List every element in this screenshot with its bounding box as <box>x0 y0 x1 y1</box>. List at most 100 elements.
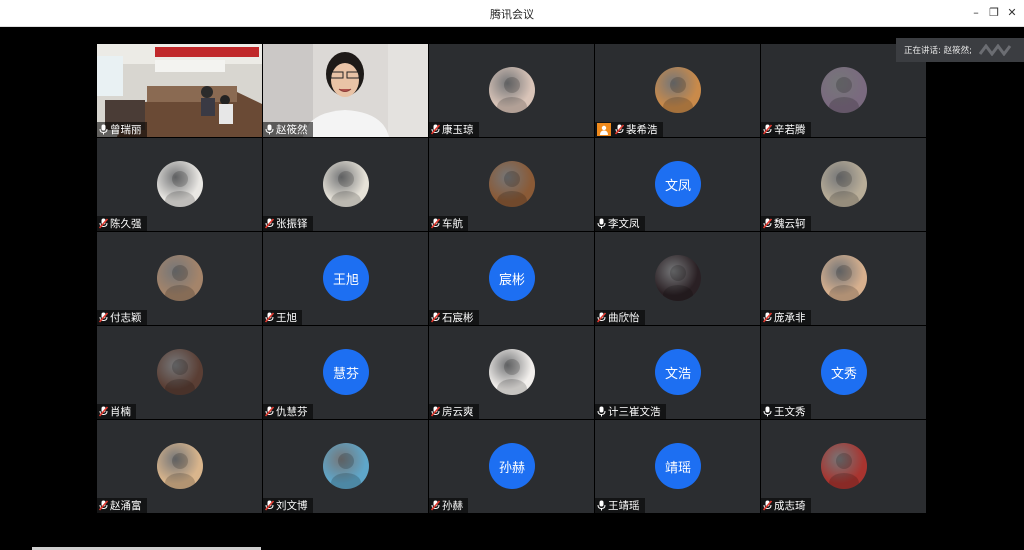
participant-tile[interactable]: 曾瑞丽 <box>97 44 262 137</box>
participant-name: 张振铎 <box>276 218 308 230</box>
avatar <box>323 443 369 489</box>
participant-tile[interactable]: 陈久强 <box>97 138 262 231</box>
participant-tile[interactable]: 肖楠 <box>97 326 262 419</box>
participant-name: 付志颖 <box>110 312 142 324</box>
participant-tile[interactable]: 赵筱然 <box>263 44 428 137</box>
participant-tile[interactable]: 张振铎 <box>263 138 428 231</box>
participant-name: 王靖瑶 <box>608 500 640 512</box>
name-bar: 康玉琼 <box>429 122 479 137</box>
name-bar: 陈久强 <box>97 216 147 231</box>
participant-tile[interactable]: 康玉琼 <box>429 44 594 137</box>
participant-tile[interactable]: 宸彬石宸彬 <box>429 232 594 325</box>
speaking-indicator: 正在讲话: 赵筱然; <box>896 38 1024 62</box>
participant-name: 裴希浩 <box>626 124 658 136</box>
name-bar: 赵筱然 <box>263 122 313 137</box>
microphone-muted-icon <box>99 496 108 513</box>
participant-tile[interactable]: 慧芬 仇慧芬 <box>263 326 428 419</box>
microphone-muted-icon <box>99 214 108 231</box>
name-bar: 付志颖 <box>97 310 147 325</box>
microphone-muted-icon <box>99 402 108 419</box>
host-icon <box>597 123 611 136</box>
participant-name: 曾瑞丽 <box>110 124 142 136</box>
microphone-muted-icon <box>597 308 606 325</box>
participant-name: 刘文博 <box>276 500 308 512</box>
name-bar: 石宸彬 <box>429 310 479 325</box>
avatar <box>157 161 203 207</box>
participant-tile[interactable]: 靖瑶 王靖瑶 <box>595 420 760 513</box>
participant-tile[interactable]: 裴希浩 <box>595 44 760 137</box>
microphone-muted-icon <box>99 308 108 325</box>
close-button[interactable]: ✕ <box>1004 5 1020 21</box>
participant-tile[interactable]: 魏云轲 <box>761 138 926 231</box>
avatar: 文凤 <box>655 161 701 207</box>
avatar: 孙赫 <box>489 443 535 489</box>
title-bar: 腾讯会议 – ❐ ✕ <box>0 0 1024 27</box>
participant-tile[interactable]: 文浩 计三崔文浩 <box>595 326 760 419</box>
window-title: 腾讯会议 <box>490 8 534 21</box>
microphone-muted-icon <box>763 120 772 137</box>
participant-name: 石宸彬 <box>442 312 474 324</box>
avatar <box>821 161 867 207</box>
name-bar: 辛若腾 <box>761 122 811 137</box>
name-bar: 王文秀 <box>761 404 811 419</box>
microphone-muted-icon <box>763 308 772 325</box>
participant-tile[interactable]: 文凤 李文凤 <box>595 138 760 231</box>
participant-tile[interactable]: 文秀 王文秀 <box>761 326 926 419</box>
participant-name: 王文秀 <box>774 406 806 418</box>
participant-name: 康玉琼 <box>442 124 474 136</box>
avatar <box>821 67 867 113</box>
name-bar: 刘文博 <box>263 498 313 513</box>
microphone-muted-icon <box>265 496 274 513</box>
participant-name: 庞承非 <box>774 312 806 324</box>
name-bar: 张振铎 <box>263 216 313 231</box>
microphone-muted-icon <box>431 496 440 513</box>
name-bar: 王旭 <box>263 310 302 325</box>
participant-tile[interactable]: 车航 <box>429 138 594 231</box>
microphone-muted-icon <box>265 308 274 325</box>
participant-name: 房云爽 <box>442 406 474 418</box>
avatar <box>157 255 203 301</box>
participant-tile[interactable]: 赵涌富 <box>97 420 262 513</box>
participant-name: 曲欣怡 <box>608 312 640 324</box>
avatar: 宸彬 <box>489 255 535 301</box>
avatar <box>821 443 867 489</box>
name-bar: 孙赫 <box>429 498 468 513</box>
minimize-button[interactable]: – <box>968 5 984 21</box>
name-bar: 李文凤 <box>595 216 645 231</box>
speaking-label: 正在讲话: 赵筱然; <box>904 46 972 56</box>
participant-name: 赵涌富 <box>110 500 142 512</box>
participant-name: 王旭 <box>276 312 297 324</box>
avatar <box>655 67 701 113</box>
microphone-muted-icon <box>431 308 440 325</box>
participant-name: 肖楠 <box>110 406 131 418</box>
name-bar: 赵涌富 <box>97 498 147 513</box>
participant-tile[interactable]: 房云爽 <box>429 326 594 419</box>
participant-name: 成志琦 <box>774 500 806 512</box>
participant-tile[interactable]: 王旭 王旭 <box>263 232 428 325</box>
participant-name: 赵筱然 <box>276 124 308 136</box>
microphone-muted-icon <box>265 402 274 419</box>
participant-tile[interactable]: 成志琦 <box>761 420 926 513</box>
avatar <box>655 255 701 301</box>
participant-tile[interactable]: 付志颖 <box>97 232 262 325</box>
name-bar: 曲欣怡 <box>595 310 645 325</box>
participant-tile[interactable]: 曲欣怡 <box>595 232 760 325</box>
microphone-muted-icon <box>763 496 772 513</box>
participant-name: 孙赫 <box>442 500 463 512</box>
microphone-icon <box>99 120 108 137</box>
participant-grid: 曾瑞丽 赵筱然 康玉琼 裴希浩 辛若腾 陈久强 张振铎 车航 文凤 李文凤 魏云轲 付志颖 王旭 王旭 宸彬… <box>97 44 927 513</box>
name-bar: 庞承非 <box>761 310 811 325</box>
participant-tile[interactable]: 孙赫 孙赫 <box>429 420 594 513</box>
participant-tile[interactable]: 刘文博 <box>263 420 428 513</box>
name-bar: 仇慧芬 <box>263 404 313 419</box>
participant-tile[interactable]: 庞承非 <box>761 232 926 325</box>
participant-name: 陈久强 <box>110 218 142 230</box>
avatar: 王旭 <box>323 255 369 301</box>
avatar <box>157 349 203 395</box>
microphone-muted-icon <box>615 120 624 137</box>
microphone-muted-icon <box>265 214 274 231</box>
name-bar: 肖楠 <box>97 404 136 419</box>
microphone-icon <box>597 496 606 513</box>
microphone-muted-icon <box>431 120 440 137</box>
restore-button[interactable]: ❐ <box>986 5 1002 21</box>
